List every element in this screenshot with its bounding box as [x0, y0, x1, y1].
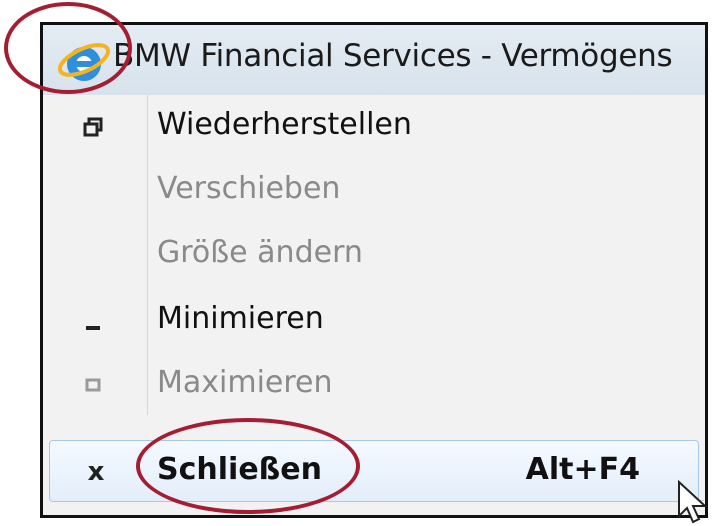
window-titlebar[interactable]: BMW Financial Services - Vermögens	[43, 25, 705, 95]
minimize-icon	[77, 305, 109, 337]
menu-item-restore[interactable]: Wiederherstellen	[43, 97, 705, 161]
restore-icon	[77, 111, 109, 143]
menu-item-label: Schließen	[157, 452, 322, 487]
mouse-cursor-icon	[678, 480, 708, 524]
menu-item-maximize: Maximieren	[43, 355, 705, 419]
menu-item-move: Verschieben	[43, 161, 705, 225]
window-title: BMW Financial Services - Vermögens	[113, 38, 673, 74]
menu-item-label: Maximieren	[157, 365, 333, 400]
menu-item-size: Größe ändern	[43, 225, 705, 289]
menu-item-close[interactable]: x Schließen Alt+F4	[49, 440, 699, 502]
shortcut-label: Alt+F4	[525, 452, 640, 487]
close-icon: x	[87, 457, 105, 487]
menu-item-label: Verschieben	[157, 171, 341, 206]
menu-item-label: Minimieren	[157, 301, 324, 336]
maximize-icon	[77, 369, 109, 401]
menu-item-minimize[interactable]: Minimieren	[43, 291, 705, 355]
window-frame: BMW Financial Services - Vermögens Wiede…	[40, 22, 708, 518]
internet-explorer-icon[interactable]	[56, 36, 112, 88]
menu-item-label: Größe ändern	[157, 235, 363, 270]
menu-item-label: Wiederherstellen	[157, 107, 412, 142]
